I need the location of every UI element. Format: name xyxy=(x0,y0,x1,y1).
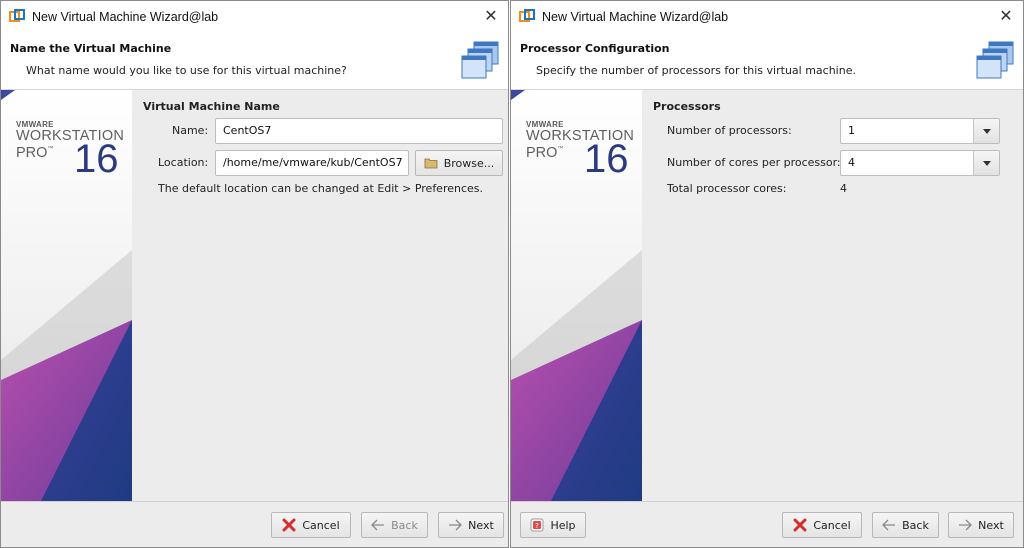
logo-edition: PRO™ xyxy=(526,145,563,161)
back-button[interactable]: Back xyxy=(361,512,428,538)
section-title: Processors xyxy=(653,100,721,113)
wizard-content: Virtual Machine Name Name: CentOS7 Locat… xyxy=(132,90,508,501)
back-label: Back xyxy=(391,518,418,532)
logo-trademark: ™ xyxy=(47,146,54,152)
window-title: New Virtual Machine Wizard@lab xyxy=(32,9,219,24)
cores-per-processor-select[interactable]: 4 xyxy=(840,150,1000,176)
wizard-sidebar: VMWARE WORKSTATION PRO™ 16 xyxy=(511,90,642,501)
chevron-down-icon[interactable] xyxy=(973,119,999,143)
logo-version: 16 xyxy=(74,137,119,181)
location-input[interactable]: /home/me/vmware/kub/CentOS7 xyxy=(215,150,409,176)
next-button[interactable]: Next xyxy=(948,512,1014,538)
title-bar: New Virtual Machine Wizard@lab ✕ xyxy=(511,1,1023,32)
num-processors-label: Number of processors: xyxy=(667,124,792,137)
wizard-window-processor-config: New Virtual Machine Wizard@lab ✕ Process… xyxy=(510,0,1024,548)
back-arrow-icon xyxy=(882,519,896,531)
wizard-footer: Cancel Back Next xyxy=(1,501,508,547)
chevron-down-icon[interactable] xyxy=(973,151,999,175)
title-bar: New Virtual Machine Wizard@lab ✕ xyxy=(1,1,508,32)
vmware-app-icon xyxy=(9,8,25,25)
wizard-header: Processor Configuration Specify the numb… xyxy=(511,32,1023,90)
header-title: Processor Configuration xyxy=(520,42,670,55)
cancel-label: Cancel xyxy=(302,518,340,532)
back-arrow-icon xyxy=(371,519,385,531)
header-subtitle: Specify the number of processors for thi… xyxy=(536,64,856,77)
logo-trademark: ™ xyxy=(557,146,564,152)
total-cores-label: Total processor cores: xyxy=(667,182,787,195)
location-label: Location: xyxy=(158,156,209,169)
header-subtitle: What name would you like to use for this… xyxy=(26,64,347,77)
next-label: Next xyxy=(468,518,494,532)
close-icon[interactable]: ✕ xyxy=(482,7,500,25)
logo-edition: PRO™ xyxy=(16,145,53,161)
next-arrow-icon xyxy=(448,519,463,531)
location-hint: The default location can be changed at E… xyxy=(158,182,484,195)
total-cores-value: 4 xyxy=(840,182,847,195)
wizard-header: Name the Virtual Machine What name would… xyxy=(1,32,508,90)
windows-stack-icon xyxy=(976,41,1014,79)
cancel-button[interactable]: Cancel xyxy=(782,512,862,538)
name-label: Name: xyxy=(172,124,209,137)
section-title: Virtual Machine Name xyxy=(143,100,280,113)
help-button[interactable]: ? Help xyxy=(520,512,586,538)
num-processors-select[interactable]: 1 xyxy=(840,118,1000,144)
logo-edition-text: PRO xyxy=(16,145,48,161)
back-button[interactable]: Back xyxy=(872,512,939,538)
next-button[interactable]: Next xyxy=(438,512,504,538)
wizard-content: Processors Number of processors: 1 Numbe… xyxy=(642,90,1023,501)
browse-label: Browse... xyxy=(443,156,495,170)
back-label: Back xyxy=(902,518,929,532)
header-title: Name the Virtual Machine xyxy=(10,42,172,55)
close-icon[interactable]: ✕ xyxy=(997,7,1015,25)
window-title: New Virtual Machine Wizard@lab xyxy=(542,9,729,24)
vmware-app-icon xyxy=(519,8,535,25)
vm-name-input[interactable]: CentOS7 xyxy=(215,118,503,144)
cores-per-processor-value: 4 xyxy=(848,156,855,169)
folder-icon xyxy=(424,157,438,169)
cancel-icon xyxy=(793,518,807,532)
cancel-icon xyxy=(282,518,296,532)
help-icon: ? xyxy=(530,518,544,532)
num-processors-value: 1 xyxy=(848,124,855,137)
next-arrow-icon xyxy=(958,519,973,531)
wizard-footer: ? Help Cancel Back Next xyxy=(511,501,1023,547)
svg-text:?: ? xyxy=(536,522,540,530)
wizard-window-name-vm: New Virtual Machine Wizard@lab ✕ Name th… xyxy=(0,0,509,548)
logo-version: 16 xyxy=(584,137,629,181)
cores-per-processor-label: Number of cores per processor: xyxy=(667,156,841,169)
next-label: Next xyxy=(978,518,1004,532)
logo-edition-text: PRO xyxy=(526,145,558,161)
cancel-button[interactable]: Cancel xyxy=(271,512,351,538)
windows-stack-icon xyxy=(461,41,499,79)
help-label: Help xyxy=(550,518,576,532)
cancel-label: Cancel xyxy=(813,518,851,532)
wizard-sidebar: VMWARE WORKSTATION PRO™ 16 xyxy=(1,90,132,501)
browse-button[interactable]: Browse... xyxy=(415,150,503,176)
